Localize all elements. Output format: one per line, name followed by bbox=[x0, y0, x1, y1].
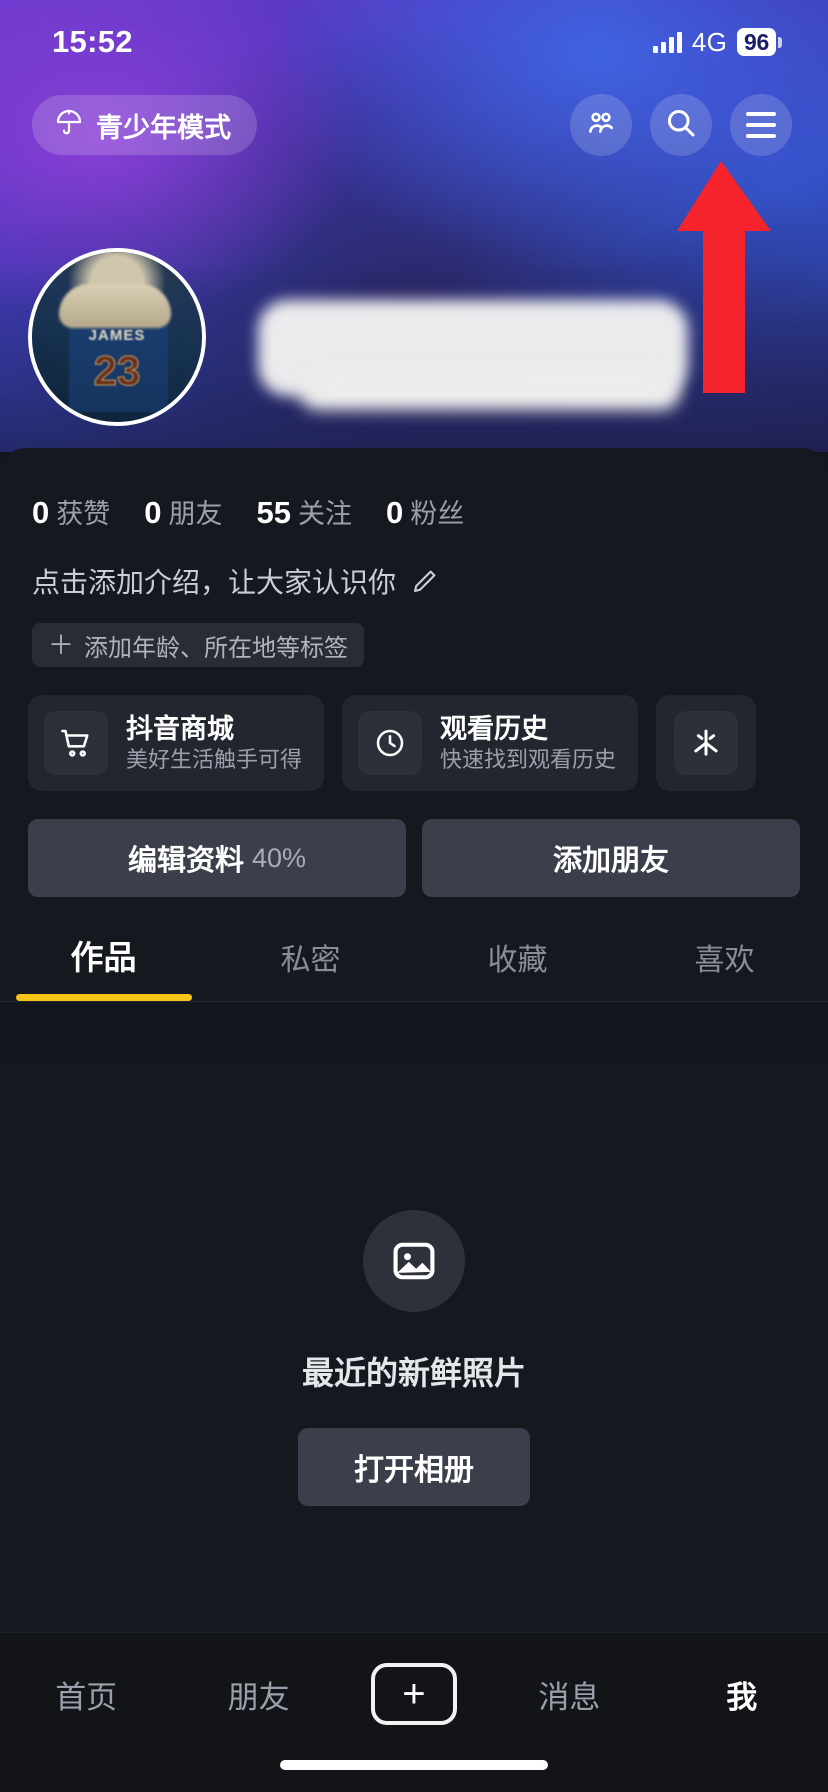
bio-placeholder-text: 点击添加介绍，让大家认识你 bbox=[32, 567, 397, 598]
photo-image-icon bbox=[363, 1210, 465, 1312]
tab-favorites-label: 收藏 bbox=[487, 944, 548, 977]
signal-bars-icon bbox=[652, 31, 682, 53]
bottom-nav-friends[interactable]: 朋友 bbox=[199, 1663, 319, 1725]
tab-likes[interactable]: 喜欢 bbox=[621, 935, 828, 1001]
stat-following-value: 55 bbox=[256, 495, 291, 530]
shortcut-card-coin[interactable] bbox=[656, 695, 757, 791]
open-album-button[interactable]: 打开相册 bbox=[298, 1428, 530, 1506]
plus-icon: ＋ bbox=[48, 630, 75, 660]
shortcut-card-history-title: 观看历史 bbox=[440, 713, 549, 744]
shortcut-card-mall-title: 抖音商城 bbox=[126, 713, 234, 744]
add-tag-label: 添加年龄、所在地等标签 bbox=[84, 634, 349, 662]
edit-profile-percent: 40% bbox=[251, 842, 307, 873]
network-type-label: 4G bbox=[691, 26, 728, 57]
bottom-nav-me[interactable]: 我 bbox=[682, 1663, 802, 1725]
hamburger-menu-button[interactable] bbox=[730, 94, 792, 156]
add-friend-label: 添加朋友 bbox=[552, 845, 669, 877]
shortcut-card-mall-subtitle: 美好生活触手可得 bbox=[126, 746, 303, 772]
bio-row[interactable]: 点击添加介绍，让大家认识你 bbox=[0, 531, 828, 601]
avatar-jersey-number: 23 bbox=[93, 347, 141, 395]
add-tag-button[interactable]: ＋ 添加年龄、所在地等标签 bbox=[32, 623, 365, 667]
clock-icon bbox=[358, 711, 423, 775]
profile-action-buttons: 编辑资料 40% 添加朋友 bbox=[0, 791, 828, 897]
empty-state: 最近的新鲜照片 打开相册 bbox=[0, 1062, 828, 1506]
shopping-cart-icon bbox=[44, 711, 108, 775]
stat-followers[interactable]: 0 粉丝 bbox=[386, 492, 464, 531]
tab-works[interactable]: 作品 bbox=[0, 931, 207, 1001]
bottom-nav-messages[interactable]: 消息 bbox=[509, 1663, 629, 1725]
shortcut-card-history[interactable]: 观看历史 快速找到观看历史 bbox=[342, 695, 639, 791]
stat-following-label: 关注 bbox=[297, 499, 352, 529]
stat-friends[interactable]: 0 朋友 bbox=[144, 492, 222, 531]
stat-likes-label: 获赞 bbox=[56, 499, 111, 529]
stat-friends-value: 0 bbox=[144, 495, 162, 530]
douyin-coin-icon bbox=[674, 711, 739, 775]
battery-percent-label: 96 bbox=[737, 28, 776, 56]
content-tabs: 作品 私密 收藏 喜欢 bbox=[0, 897, 828, 1001]
top-navigation-bar: 青少年模式 bbox=[0, 94, 828, 156]
shortcut-card-history-subtitle: 快速找到观看历史 bbox=[440, 746, 617, 772]
pencil-icon bbox=[410, 566, 440, 596]
stat-followers-value: 0 bbox=[385, 495, 404, 530]
plus-create-icon[interactable]: + bbox=[370, 1663, 457, 1725]
bottom-navigation-bar: 首页 朋友 + 消息 我 bbox=[0, 1632, 828, 1792]
bottom-nav-home[interactable]: 首页 bbox=[26, 1663, 146, 1725]
top-nav-actions bbox=[570, 94, 792, 156]
status-bar: 15:52 4G 96 bbox=[0, 0, 828, 84]
status-bar-time: 15:52 bbox=[52, 24, 133, 59]
search-button[interactable] bbox=[650, 94, 712, 156]
stat-likes[interactable]: 0 获赞 bbox=[32, 492, 110, 531]
teen-mode-label: 青少年模式 bbox=[96, 112, 231, 143]
avatar-jersey-name: JAMES bbox=[88, 326, 146, 344]
tab-private-label: 私密 bbox=[280, 944, 341, 977]
avatar-hood bbox=[59, 284, 172, 329]
content-feed-area: 最近的新鲜照片 打开相册 bbox=[0, 1062, 828, 1642]
tabs-divider bbox=[0, 1001, 828, 1002]
tag-row: ＋ 添加年龄、所在地等标签 bbox=[0, 601, 828, 667]
profile-stats: 0 获赞 0 朋友 55 关注 0 粉丝 bbox=[0, 448, 828, 531]
stat-followers-label: 粉丝 bbox=[410, 499, 465, 529]
search-icon bbox=[663, 105, 699, 146]
douyin-profile-screen: 15:52 4G 96 青少年模式 JAMES 23 0 获赞 0 朋友 55 … bbox=[0, 0, 828, 1792]
username-redacted-secondary bbox=[300, 372, 680, 410]
tab-private[interactable]: 私密 bbox=[207, 935, 414, 1001]
battery-icon: 96 bbox=[737, 28, 782, 56]
profile-info-sheet: 0 获赞 0 朋友 55 关注 0 粉丝 点击添加介绍，让大家认识你 ＋ 添加年… bbox=[0, 448, 828, 1002]
shortcut-cards: 抖音商城 美好生活触手可得 观看历史 快速找到观看历史 bbox=[0, 667, 828, 791]
battery-tip bbox=[778, 36, 782, 48]
edit-profile-button[interactable]: 编辑资料 40% bbox=[28, 819, 406, 897]
empty-state-text: 最近的新鲜照片 bbox=[301, 1355, 526, 1391]
avatar-image: JAMES 23 bbox=[32, 252, 202, 422]
avatar[interactable]: JAMES 23 bbox=[28, 248, 206, 426]
teen-mode-button[interactable]: 青少年模式 bbox=[32, 95, 257, 155]
umbrella-icon bbox=[54, 107, 84, 144]
friends-button[interactable] bbox=[570, 94, 632, 156]
hamburger-menu-icon bbox=[746, 112, 776, 138]
stat-likes-value: 0 bbox=[32, 495, 50, 530]
tab-favorites[interactable]: 收藏 bbox=[414, 935, 621, 1001]
add-friend-button[interactable]: 添加朋友 bbox=[422, 819, 800, 897]
tab-works-label: 作品 bbox=[70, 939, 137, 976]
edit-profile-label: 编辑资料 bbox=[127, 845, 244, 877]
tab-likes-label: 喜欢 bbox=[694, 944, 755, 977]
people-icon bbox=[584, 106, 618, 145]
home-indicator bbox=[280, 1760, 548, 1770]
shortcut-card-mall[interactable]: 抖音商城 美好生活触手可得 bbox=[28, 695, 325, 791]
status-bar-indicators: 4G 96 bbox=[652, 26, 782, 58]
stat-friends-label: 朋友 bbox=[168, 499, 223, 529]
stat-following[interactable]: 55 关注 bbox=[257, 492, 352, 531]
